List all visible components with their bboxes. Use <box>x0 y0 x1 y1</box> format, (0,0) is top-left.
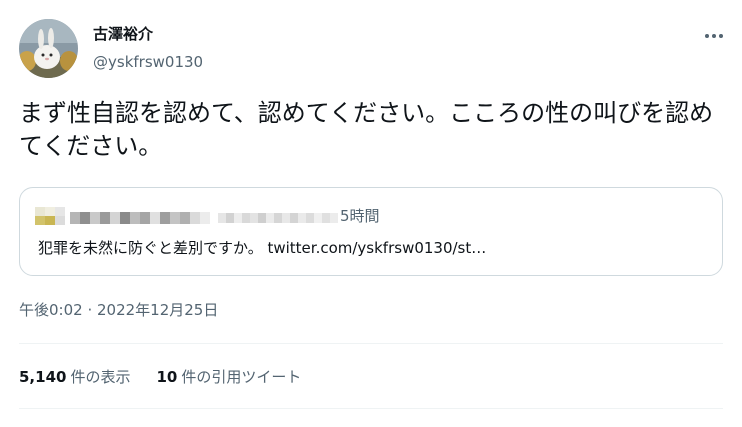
quote-timestamp[interactable]: 5時間 <box>340 206 380 226</box>
divider <box>19 408 723 409</box>
quote-tweet-card[interactable]: 5時間 犯罪を未然に防ぐと差別ですか。 twitter.com/yskfrsw0… <box>19 187 723 276</box>
more-button[interactable] <box>700 24 728 48</box>
author-name[interactable]: 古澤裕介 <box>93 24 153 44</box>
tweet-text: まず性自認を認めて、認めてください。こころの性の叫びを認めてください。 <box>19 99 714 160</box>
tweet-stats: 5,140 件の表示 10 件の引用ツイート <box>19 367 327 387</box>
rabbit-photo-icon <box>19 19 78 78</box>
quote-avatar <box>35 207 65 225</box>
quote-tweets-stat[interactable]: 10 件の引用ツイート <box>156 367 301 387</box>
more-dots-icon <box>705 34 723 38</box>
views-stat: 5,140 件の表示 <box>19 367 130 387</box>
divider <box>19 343 723 344</box>
tweet-timestamp[interactable]: 午後0:02 · 2022年12月25日 <box>19 300 218 320</box>
quote-text: 犯罪を未然に防ぐと差別ですか。 twitter.com/yskfrsw0130/… <box>38 239 487 257</box>
author-handle[interactable]: @yskfrsw0130 <box>93 52 203 72</box>
quotes-label: 件の引用ツイート <box>181 368 302 386</box>
views-count: 5,140 <box>19 368 67 386</box>
views-label: 件の表示 <box>70 368 131 386</box>
pixelated-avatar-icon <box>35 207 65 225</box>
quotes-count: 10 <box>156 368 178 386</box>
avatar[interactable] <box>19 19 78 78</box>
quote-author-name-redacted <box>70 210 210 224</box>
quote-author-handle-redacted <box>218 210 354 224</box>
